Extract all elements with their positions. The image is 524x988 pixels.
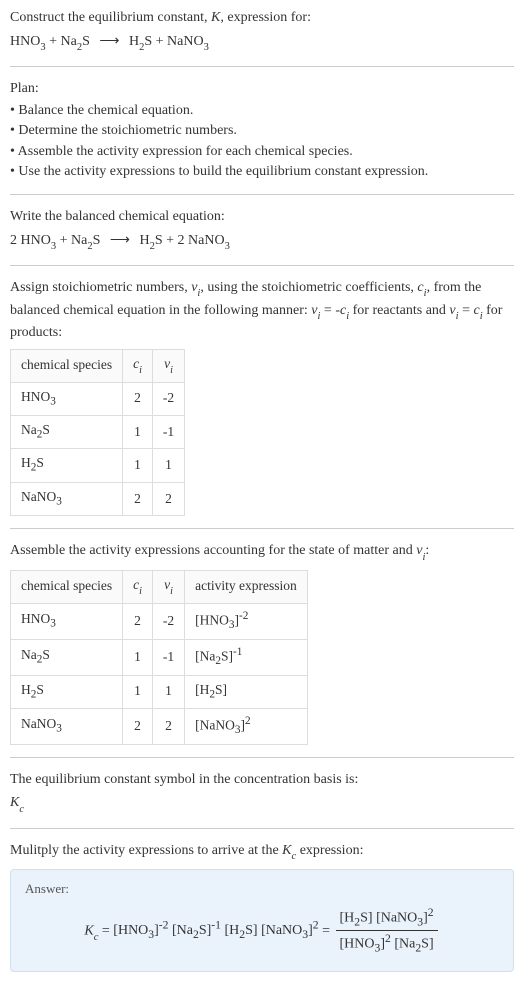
table-row: HNO3 2 -2 [HNO3]-2 [11, 603, 308, 639]
divider [10, 757, 514, 758]
cell-c: 1 [123, 639, 153, 675]
kc-symbol-section: The equilibrium constant symbol in the c… [10, 770, 514, 816]
activity-section: Assemble the activity expressions accoun… [10, 541, 514, 745]
cell-c: 1 [123, 415, 153, 448]
prompt-K: K [211, 10, 220, 25]
divider [10, 194, 514, 195]
cell-c: 2 [123, 382, 153, 415]
plan-title: Plan: [10, 79, 514, 99]
cell-c: 2 [123, 708, 153, 744]
cell-activity: [NaNO3]2 [185, 708, 308, 744]
stoich-table: chemical species ci νi HNO3 2 -2 Na2S 1 … [10, 349, 185, 517]
cell-activity: [HNO3]-2 [185, 603, 308, 639]
table-row: H2S 1 1 [H2S] [11, 675, 308, 708]
cell-species: NaNO3 [11, 482, 123, 515]
answer-product: [HNO3]-2 [Na2S]-1 [H2S] [NaNO3]2 [113, 923, 318, 938]
cell-species: HNO3 [11, 382, 123, 415]
sp-na2s: Na2S [61, 34, 90, 49]
table-row: H2S 1 1 [11, 449, 185, 482]
balanced-equation: 2 HNO3 + Na2S ⟶ H2S + 2 NaNO3 [10, 231, 514, 253]
unbalanced-equation: HNO3 + Na2S ⟶ H2S + NaNO3 [10, 32, 514, 54]
col-species: chemical species [11, 570, 123, 603]
prompt-text-b: , expression for: [220, 10, 311, 25]
balanced-section: Write the balanced chemical equation: 2 … [10, 207, 514, 253]
plan-item: • Use the activity expressions to build … [10, 162, 514, 182]
cell-c: 1 [123, 675, 153, 708]
reaction-arrow-icon: ⟶ [93, 34, 125, 49]
cell-nu: 1 [152, 449, 184, 482]
answer-label: Answer: [25, 880, 499, 898]
cell-species: Na2S [11, 415, 123, 448]
sp-nano3: NaNO3 [188, 233, 230, 248]
cell-species: HNO3 [11, 603, 123, 639]
cell-species: Na2S [11, 639, 123, 675]
sp-hno3: HNO3 [21, 233, 57, 248]
cell-nu: -2 [152, 382, 184, 415]
kc-symbol: Kc [10, 793, 514, 815]
kc-symbol-text: The equilibrium constant symbol in the c… [10, 770, 514, 790]
plan-section: Plan: • Balance the chemical equation. •… [10, 79, 514, 182]
sp-h2s: H2S [139, 233, 162, 248]
table-header-row: chemical species ci νi activity expressi… [11, 570, 308, 603]
sp-h2s: H2S [129, 34, 152, 49]
activity-table: chemical species ci νi activity expressi… [10, 570, 308, 745]
cell-species: NaNO3 [11, 708, 123, 744]
multiply-section: Mulitply the activity expressions to arr… [10, 841, 514, 972]
col-species: chemical species [11, 349, 123, 382]
cell-nu: -1 [152, 639, 184, 675]
divider [10, 828, 514, 829]
cell-species: H2S [11, 449, 123, 482]
table-row: NaNO3 2 2 [11, 482, 185, 515]
sp-nano3: NaNO3 [167, 34, 209, 49]
cell-species: H2S [11, 675, 123, 708]
col-nui: νi [152, 570, 184, 603]
cell-nu: 2 [152, 708, 184, 744]
cell-c: 2 [123, 603, 153, 639]
cell-c: 1 [123, 449, 153, 482]
prompt-text-a: Construct the equilibrium constant, [10, 10, 211, 25]
answer-fraction: [H2S] [NaNO3]2[HNO3]2 [Na2S] [336, 905, 438, 958]
table-row: Na2S 1 -1 [11, 415, 185, 448]
divider [10, 265, 514, 266]
cell-nu: 1 [152, 675, 184, 708]
col-nui: νi [152, 349, 184, 382]
cell-nu: -2 [152, 603, 184, 639]
col-activity: activity expression [185, 570, 308, 603]
answer-box: Answer: Kc = [HNO3]-2 [Na2S]-1 [H2S] [Na… [10, 869, 514, 972]
divider [10, 66, 514, 67]
cell-c: 2 [123, 482, 153, 515]
sp-na2s: Na2S [71, 233, 100, 248]
sp-hno3: HNO3 [10, 34, 46, 49]
cell-activity: [Na2S]-1 [185, 639, 308, 675]
plan-item: • Assemble the activity expression for e… [10, 142, 514, 162]
table-row: NaNO3 2 2 [NaNO3]2 [11, 708, 308, 744]
table-row: Na2S 1 -1 [Na2S]-1 [11, 639, 308, 675]
table-header-row: chemical species ci νi [11, 349, 185, 382]
balanced-title: Write the balanced chemical equation: [10, 207, 514, 227]
prompt-header: Construct the equilibrium constant, K, e… [10, 8, 514, 54]
col-ci: ci [123, 349, 153, 382]
plan-item: • Determine the stoichiometric numbers. [10, 121, 514, 141]
cell-nu: -1 [152, 415, 184, 448]
assign-section: Assign stoichiometric numbers, νi, using… [10, 278, 514, 516]
answer-equation: Kc = [HNO3]-2 [Na2S]-1 [H2S] [NaNO3]2 = … [25, 905, 499, 958]
table-row: HNO3 2 -2 [11, 382, 185, 415]
plan-list: • Balance the chemical equation. • Deter… [10, 101, 514, 182]
cell-nu: 2 [152, 482, 184, 515]
col-ci: ci [123, 570, 153, 603]
plan-item: • Balance the chemical equation. [10, 101, 514, 121]
reaction-arrow-icon: ⟶ [104, 233, 136, 248]
divider [10, 528, 514, 529]
cell-activity: [H2S] [185, 675, 308, 708]
